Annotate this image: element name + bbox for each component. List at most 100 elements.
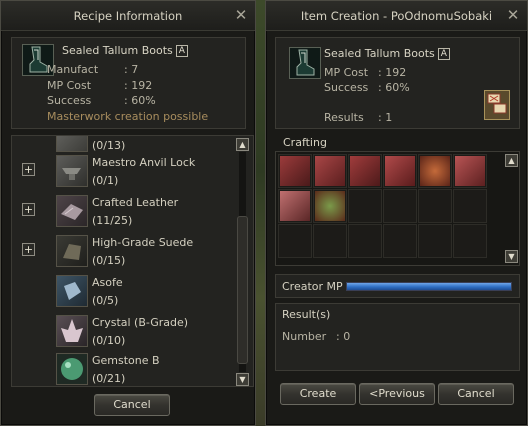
gemstone-icon: [315, 191, 345, 221]
material-count: (0/5): [92, 294, 119, 307]
close-icon[interactable]: ✕: [506, 8, 520, 23]
scroll-down-icon[interactable]: ▼: [505, 250, 518, 263]
results-section-label: Result(s): [282, 308, 331, 321]
manufact-value: : 7: [124, 63, 139, 76]
list-item[interactable]: Asofe (0/5): [36, 273, 236, 311]
crafting-grid: ▲ ▼: [275, 151, 520, 266]
gemstone-pouch-icon: [420, 156, 450, 186]
material-name: Maestro Anvil Lock: [92, 156, 196, 169]
create-button[interactable]: Create: [280, 383, 356, 405]
scroll-up-icon[interactable]: ▲: [505, 154, 518, 167]
recipe-titlebar[interactable]: Recipe Information ✕: [1, 1, 255, 31]
list-item[interactable]: Crystal (B-Grade) (0/10): [36, 313, 236, 351]
recipe-information-window: Recipe Information ✕ Sealed Tallum Boots…: [0, 0, 256, 426]
results-box: Result(s) Number : 0: [275, 303, 520, 371]
material-name: Crystal (B-Grade): [92, 316, 189, 329]
creator-mp-label: Creator MP: [282, 280, 343, 293]
recipe-cancel-button[interactable]: Cancel: [94, 394, 170, 416]
materials-list: (0/13) + Maestro Anvil Lock (0/1) + Craf…: [11, 135, 254, 387]
crafting-slot[interactable]: [278, 154, 312, 188]
success-value: : 60%: [378, 81, 410, 94]
expand-plus-icon[interactable]: +: [22, 163, 35, 176]
crafting-slot[interactable]: [278, 189, 312, 223]
sealed-tallum-boots-icon: [289, 47, 321, 79]
crafting-slot[interactable]: [348, 189, 382, 223]
material-count: (11/25): [92, 214, 133, 227]
crafting-slot[interactable]: [453, 154, 487, 188]
mp-cost-label: MP Cost: [324, 66, 369, 79]
recipe-item-name-text: Sealed Tallum Boots: [62, 44, 173, 57]
recipe-item-name: Sealed Tallum Boots A: [62, 44, 188, 57]
scroll-thumb[interactable]: [237, 216, 248, 364]
crafting-slot[interactable]: [278, 224, 312, 258]
crystal-icon: [280, 191, 310, 221]
asofe-icon: [56, 275, 88, 307]
leather-icon: [56, 195, 88, 227]
success-label: Success: [324, 81, 369, 94]
crafting-slot[interactable]: [348, 224, 382, 258]
crafting-scrollbar[interactable]: ▲ ▼: [505, 154, 518, 264]
crafting-slot[interactable]: [453, 224, 487, 258]
material-count: (0/13): [92, 139, 126, 152]
crafting-label: Crafting: [283, 136, 327, 149]
material-count: (0/15): [92, 254, 126, 267]
crafting-slot[interactable]: [383, 189, 417, 223]
crafting-slot[interactable]: [383, 224, 417, 258]
scroll-up-icon[interactable]: ▲: [236, 138, 249, 151]
expand-plus-icon[interactable]: +: [22, 203, 35, 216]
material-name: Crafted Leather: [92, 196, 179, 209]
material-name: High-Grade Suede: [92, 236, 194, 249]
asofe-icon: [385, 156, 415, 186]
anvil-lock-icon: [56, 155, 88, 187]
crafting-slot[interactable]: [383, 154, 417, 188]
number-label: Number: [282, 330, 327, 343]
close-icon[interactable]: ✕: [234, 8, 248, 23]
recipe-book-icon[interactable]: [484, 90, 510, 120]
item-creation-window: Item Creation - PoOdnomuSobaki ✕ Sealed …: [265, 0, 528, 426]
recipe-window-title: Recipe Information: [73, 8, 183, 23]
list-item[interactable]: + High-Grade Suede (0/15): [22, 233, 236, 271]
crafting-slot[interactable]: [453, 189, 487, 223]
suede-icon: [455, 156, 485, 186]
crystal-icon: [56, 315, 88, 347]
crafting-slot[interactable]: [313, 154, 347, 188]
tallum-boots-icon: [280, 156, 310, 186]
list-item[interactable]: + Crafted Leather (11/25): [22, 193, 236, 231]
creation-item-name: Sealed Tallum Boots A: [324, 47, 450, 60]
suede-icon: [56, 235, 88, 267]
crafting-slot[interactable]: [348, 154, 382, 188]
crafting-slot[interactable]: [418, 154, 452, 188]
expand-plus-icon[interactable]: +: [22, 243, 35, 256]
mp-cost-value: : 192: [124, 79, 153, 92]
number-value: : 0: [336, 330, 351, 343]
creator-mp-row: Creator MP: [275, 274, 520, 298]
creation-titlebar[interactable]: Item Creation - PoOdnomuSobaki ✕: [266, 1, 527, 31]
materials-scrollbar[interactable]: ▲ ▼: [236, 138, 249, 386]
gemstone-icon: [56, 353, 88, 385]
partial-item-icon: [56, 136, 88, 152]
list-item[interactable]: + Maestro Anvil Lock (0/1): [22, 153, 236, 191]
crafting-slot[interactable]: [418, 224, 452, 258]
material-count: (0/10): [92, 334, 126, 347]
crafting-slot[interactable]: [313, 189, 347, 223]
creation-item-name-text: Sealed Tallum Boots: [324, 47, 435, 60]
creator-mp-bar-fill: [347, 283, 511, 290]
creation-window-title: Item Creation - PoOdnomuSobaki: [300, 8, 493, 23]
masterwork-note: Masterwork creation possible: [47, 110, 209, 123]
mp-cost-label: MP Cost: [47, 79, 92, 92]
recipe-summary-box: Sealed Tallum Boots A Manufact : 7 MP Cos…: [11, 37, 246, 129]
success-value: : 60%: [124, 94, 156, 107]
material-count: (0/21): [92, 372, 126, 385]
previous-button[interactable]: <Previous: [359, 383, 435, 405]
creation-summary-box: Sealed Tallum Boots A MP Cost : 192 Succe…: [275, 37, 520, 129]
manufact-label: Manufact: [47, 63, 99, 76]
anvil-lock-icon: [350, 156, 380, 186]
scroll-down-icon[interactable]: ▼: [236, 373, 249, 386]
grade-a-badge: A: [175, 45, 188, 57]
list-item[interactable]: Gemstone B (0/21): [36, 351, 236, 386]
crafting-slot[interactable]: [418, 189, 452, 223]
crafting-slot[interactable]: [313, 224, 347, 258]
material-count: (0/1): [92, 174, 119, 187]
creation-cancel-button[interactable]: Cancel: [438, 383, 514, 405]
results-label: Results: [324, 111, 364, 124]
